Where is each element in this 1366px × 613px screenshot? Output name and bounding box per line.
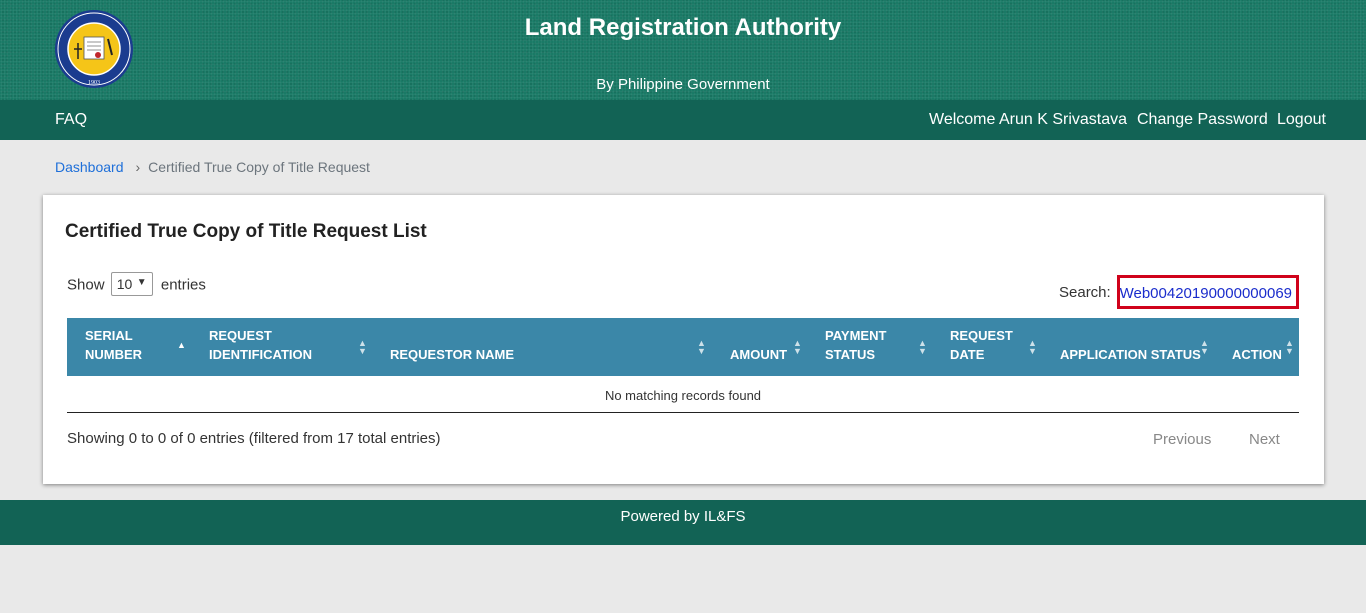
breadcrumb-separator-icon: › [135, 159, 141, 175]
column-header-serial-number[interactable]: SERIAL NUMBER ▲ [85, 318, 190, 376]
search-label: Search: [1059, 284, 1111, 301]
pagination-previous-button[interactable]: Previous [1153, 431, 1211, 448]
nav-change-password-link[interactable]: Change Password [1137, 111, 1268, 129]
column-header-application-status[interactable]: APPLICATION STATUS ▲ ▼ [1060, 318, 1210, 376]
entries-length-control: Show 10 ▼ entries [67, 272, 206, 296]
column-header-request-identification[interactable]: REQUEST IDENTIFICATION ▲ ▼ [209, 318, 369, 376]
breadcrumb-dashboard-link[interactable]: Dashboard [55, 159, 124, 175]
column-header-action[interactable]: ACTION ▲ ▼ [1232, 318, 1299, 376]
sort-icon: ▲ ▼ [358, 338, 367, 356]
sort-icon: ▲ ▼ [1028, 338, 1037, 356]
table-empty-row: No matching records found [67, 377, 1299, 413]
footer-text: Powered by IL&FS [620, 508, 746, 525]
request-list-card: Certified True Copy of Title Request Lis… [43, 195, 1324, 484]
nav-welcome-user[interactable]: Welcome Arun K Srivastava [929, 111, 1127, 129]
entries-select[interactable]: 10 ▼ [110, 272, 153, 296]
show-label: Show [67, 276, 105, 294]
nav-logout-link[interactable]: Logout [1277, 111, 1326, 129]
sort-icon: ▲ ▼ [1285, 338, 1294, 356]
dropdown-arrow-icon: ▼ [136, 277, 147, 288]
sort-icon: ▲ ▼ [697, 338, 706, 356]
breadcrumb: Dashboard › Certified True Copy of Title R… [55, 159, 370, 175]
breadcrumb-current: Certified True Copy of Title Request [148, 159, 370, 175]
card-title: Certified True Copy of Title Request Lis… [65, 221, 427, 242]
site-footer: Powered by IL&FS [0, 500, 1366, 545]
sort-ascending-icon: ▲ [177, 340, 186, 350]
sort-icon: ▲ ▼ [918, 338, 927, 356]
sort-icon: ▲ ▼ [1200, 338, 1209, 356]
column-header-requestor-name[interactable]: REQUESTOR NAME ▲ ▼ [390, 318, 710, 376]
table-info: Showing 0 to 0 of 0 entries (filtered fr… [67, 430, 441, 447]
column-header-request-date[interactable]: REQUEST DATE ▲ ▼ [950, 318, 1045, 376]
page-subtitle: By Philippine Government [596, 76, 770, 93]
table-header: SERIAL NUMBER ▲ REQUEST IDENTIFICATION ▲ ▼ … [67, 318, 1299, 376]
column-header-amount[interactable]: AMOUNT ▲ ▼ [730, 318, 810, 376]
site-header: 1903 Land Registration Authority By Phil… [0, 0, 1366, 100]
entries-select-value: 10 [116, 276, 133, 292]
search-input[interactable] [1120, 282, 1292, 304]
pagination-next-button[interactable]: Next [1249, 431, 1280, 448]
entries-label: entries [160, 276, 206, 294]
column-header-payment-status[interactable]: PAYMENT STATUS ▲ ▼ [825, 318, 935, 376]
nav-faq-link[interactable]: FAQ [55, 111, 87, 129]
sort-icon: ▲ ▼ [793, 338, 802, 356]
search-input-wrapper [1117, 275, 1299, 309]
empty-message: No matching records found [604, 388, 762, 403]
top-navbar: FAQ Welcome Arun K Srivastava Change Pas… [0, 100, 1366, 140]
page-title: Land Registration Authority [524, 14, 842, 41]
